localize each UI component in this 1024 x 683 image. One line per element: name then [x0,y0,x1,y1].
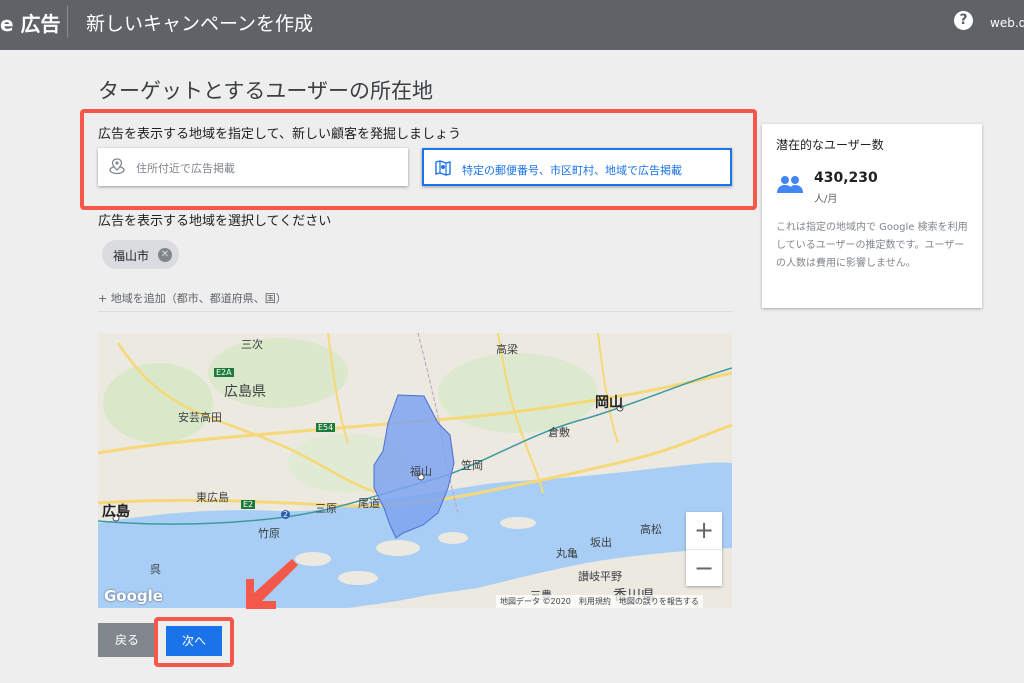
map-label: 尾道 [358,497,380,510]
map-label: 広島県 [224,384,266,400]
close-icon[interactable]: ✕ [158,248,172,262]
audience-note: これは指定の地域内で Google 検索を利用しているユーザーの推定数です。ユー… [776,222,968,269]
road-marker: 2 [281,510,291,519]
page-title: ターゲットとするユーザーの所在地 [98,79,433,103]
audience-card: 潜在的なユーザー数 430,230 人/月 これは指定の地域内で Google … [762,124,982,308]
account-name[interactable]: web.de [990,16,1024,30]
region-select-label: 広告を表示する地域を選択してください [98,214,332,229]
map-label: 讃岐平野 [578,570,622,583]
road-marker: E2A [214,368,234,377]
road-marker: E2 [241,500,256,509]
region-chip-label: 福山市 [113,249,150,263]
google-logo: Google [104,587,163,605]
audience-title: 潜在的なユーザー数 [776,138,884,152]
add-region-underline [98,311,732,312]
map-label: 東広島 [196,491,229,504]
map-attribution[interactable]: 地図データ ©2020 利用規約 地図の誤りを報告する [496,595,703,608]
map-label: 高松 [640,523,662,536]
back-button[interactable]: 戻る [98,623,156,657]
map-label: 倉敷 [548,426,570,439]
map-label: 三原 [315,502,337,515]
audience-count: 430,230 [814,170,878,186]
help-icon[interactable]: ? [954,11,973,30]
add-region-link[interactable]: + 地域を追加（都市、都道府県、国） [98,290,287,306]
topbar-divider [67,6,68,38]
top-bar: e 広告 新しいキャンペーンを作成 ? web.de [0,0,1024,50]
highlight-location-type [80,109,757,210]
page-header-title: 新しいキャンペーンを作成 [86,13,314,35]
people-icon [777,176,803,193]
arrow-pointer-icon [246,559,298,609]
map-label: 岡山 [595,395,623,411]
map-label: 三次 [241,338,263,351]
brand-logo[interactable]: e 広告 [0,8,61,37]
map-label: 坂出 [590,536,612,549]
map-label: 呉 [150,563,161,576]
map-label: 竹原 [258,527,280,540]
zoom-in-button[interactable]: + [686,512,722,549]
map-label: 広島 [102,504,130,520]
region-chip: 福山市 ✕ [102,240,179,269]
zoom-control: + − [686,512,722,586]
zoom-out-button[interactable]: − [686,549,722,586]
map-label: 高梁 [496,343,518,356]
map-label: 丸亀 [556,547,578,560]
highlight-next-button [154,617,234,667]
map-label: 福山 [410,465,432,478]
audience-unit: 人/月 [814,194,838,205]
map-label: 笠岡 [461,459,483,472]
map-label: 安芸高田 [178,411,222,424]
road-marker: E54 [316,423,336,432]
map-view[interactable]: 三次 広島県 安芸高田 高梁 岡山 倉敷 福山 笠岡 東広島 三原 尾道 広島 … [98,333,732,608]
